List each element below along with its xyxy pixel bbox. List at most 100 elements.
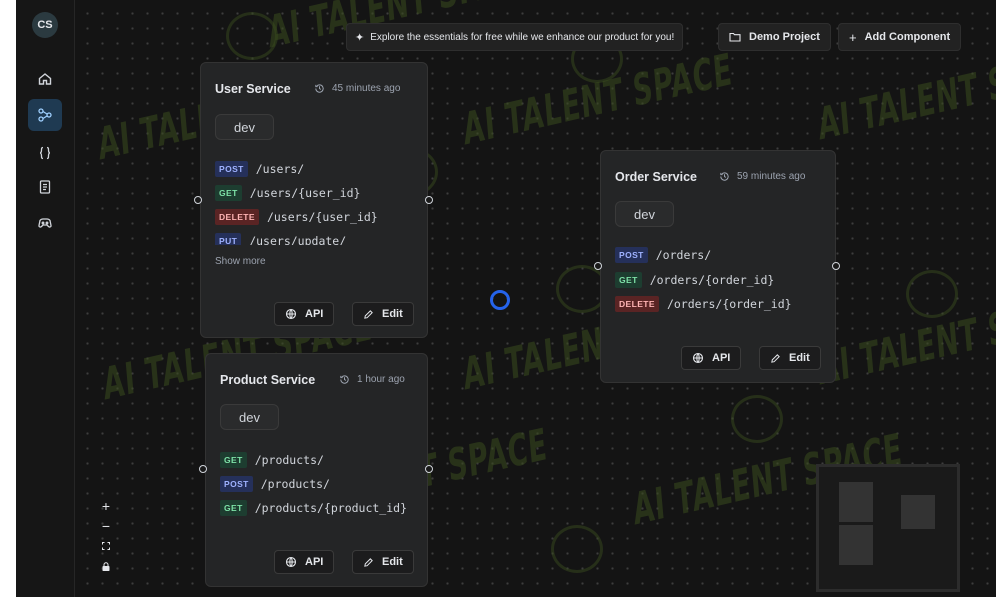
endpoint-row[interactable]: GET /products/{product_id}	[220, 500, 407, 516]
promo-banner-text: Explore the essentials for free while we…	[370, 31, 675, 43]
globe-icon	[692, 352, 704, 364]
promo-banner: ✦ Explore the essentials for free while …	[346, 23, 684, 51]
endpoint-path: /users/	[255, 162, 305, 176]
sidebar-item-workflow[interactable]	[28, 99, 62, 131]
endpoint-path: /orders/{order_id}	[649, 273, 775, 287]
lock-icon	[102, 561, 110, 571]
connection-handle-left[interactable]	[199, 465, 207, 473]
connection-handle-right[interactable]	[832, 262, 840, 270]
environment-badge: dev	[215, 114, 274, 140]
method-badge: DELETE	[615, 296, 659, 312]
endpoint-path: /products/	[260, 477, 330, 491]
api-button[interactable]: API	[681, 346, 742, 370]
endpoint-row[interactable]: POST /products/	[220, 476, 330, 492]
environment-badge: dev	[220, 404, 279, 430]
endpoint-path: /products/{product_id}	[254, 501, 408, 515]
show-more-link[interactable]: Show more	[215, 256, 266, 267]
sidebar-item-home[interactable]	[28, 63, 62, 95]
fit-view-button[interactable]	[98, 538, 114, 554]
avatar[interactable]: CS	[32, 12, 58, 38]
brain-logo-icon	[731, 395, 783, 443]
sidebar-item-docs[interactable]	[28, 171, 62, 203]
api-button[interactable]: API	[274, 550, 335, 574]
sidebar-item-discord[interactable]	[28, 207, 62, 239]
api-label: API	[712, 352, 731, 364]
connection-handle-right[interactable]	[425, 196, 433, 204]
edit-label: Edit	[382, 556, 403, 568]
globe-icon	[285, 556, 297, 568]
zoom-in-button[interactable]: +	[98, 498, 114, 514]
method-badge: POST	[220, 476, 253, 492]
add-component-button[interactable]: + Add Component	[838, 23, 962, 51]
card-timestamp: 59 minutes ago	[719, 171, 805, 182]
edit-button[interactable]: Edit	[352, 550, 414, 574]
edit-button[interactable]: Edit	[352, 302, 414, 326]
home-icon	[38, 73, 52, 85]
card-timestamp-text: 45 minutes ago	[332, 83, 401, 94]
sparkle-icon: ✦	[355, 31, 365, 44]
minimap[interactable]	[816, 464, 960, 592]
edit-button[interactable]: Edit	[759, 346, 821, 370]
pencil-icon	[771, 353, 780, 363]
folder-icon	[729, 32, 741, 42]
card-title: Product Service	[220, 373, 316, 387]
brain-logo-icon	[551, 525, 603, 573]
watermark-text: AI TALENT SPACE	[816, 39, 996, 151]
endpoint-row[interactable]: GET /orders/{order_id}	[615, 272, 774, 288]
minimap-node	[839, 525, 873, 565]
endpoint-row[interactable]: GET /users/{user_id}	[215, 185, 360, 201]
endpoint-path: /orders/{order_id}	[666, 297, 792, 311]
service-card-order[interactable]: Order Service 59 minutes ago dev POST /o…	[600, 150, 836, 383]
minimap-node	[839, 482, 873, 522]
card-timestamp-text: 1 hour ago	[357, 374, 405, 385]
connection-handle-right[interactable]	[425, 465, 433, 473]
method-badge: PUT	[215, 233, 242, 245]
endpoint-path: /users/{user_id}	[266, 210, 378, 224]
endpoint-row[interactable]: POST /orders/	[615, 247, 711, 263]
sidebar-item-braces[interactable]	[28, 137, 62, 169]
endpoint-path: /orders/	[655, 248, 712, 262]
connection-handle-left[interactable]	[594, 262, 602, 270]
cursor-indicator-icon	[490, 290, 510, 310]
card-timestamp: 45 minutes ago	[314, 83, 400, 94]
connection-handle-left[interactable]	[194, 196, 202, 204]
pencil-icon	[364, 309, 373, 319]
workflow-icon	[38, 108, 52, 122]
document-icon	[39, 180, 51, 194]
endpoint-row[interactable]: GET /products/	[220, 452, 324, 468]
minimap-node	[901, 495, 935, 529]
history-icon	[340, 375, 349, 384]
method-badge: GET	[220, 500, 247, 516]
endpoint-path: /products/	[254, 453, 324, 467]
method-badge: POST	[615, 247, 648, 263]
service-card-product[interactable]: Product Service 1 hour ago dev GET /prod…	[205, 353, 428, 587]
add-component-label: Add Component	[864, 31, 951, 43]
watermark-text: AI TALENT SPACE	[816, 284, 996, 395]
endpoint-clip: PUT /users/update/	[201, 231, 427, 245]
method-badge: POST	[215, 161, 248, 177]
canvas[interactable]: AI TALENT SPACE AI TALENT SPACE AI TALEN…	[16, 0, 996, 597]
service-card-user[interactable]: User Service 45 minutes ago dev POST /us…	[200, 62, 428, 338]
endpoint-row[interactable]: POST /users/	[215, 161, 304, 177]
braces-icon	[39, 146, 51, 160]
card-title: User Service	[215, 82, 291, 96]
api-label: API	[305, 556, 324, 568]
method-badge: GET	[220, 452, 247, 468]
sidebar: CS	[16, 0, 75, 597]
plus-icon: +	[849, 29, 857, 45]
history-icon	[720, 172, 729, 181]
zoom-out-button[interactable]: −	[98, 518, 114, 534]
brain-logo-icon	[226, 12, 278, 60]
demo-project-label: Demo Project	[749, 31, 820, 43]
api-button[interactable]: API	[274, 302, 335, 326]
card-timestamp-text: 59 minutes ago	[737, 171, 806, 182]
gamepad-icon	[38, 218, 52, 228]
endpoint-row[interactable]: DELETE /users/{user_id}	[215, 209, 378, 225]
lock-button[interactable]	[98, 558, 114, 574]
endpoint-row[interactable]: PUT /users/update/	[215, 233, 346, 245]
edit-label: Edit	[789, 352, 810, 364]
card-title: Order Service	[615, 170, 697, 184]
endpoint-row[interactable]: DELETE /orders/{order_id}	[615, 296, 792, 312]
demo-project-button[interactable]: Demo Project	[718, 23, 831, 51]
fit-view-icon	[102, 542, 110, 550]
